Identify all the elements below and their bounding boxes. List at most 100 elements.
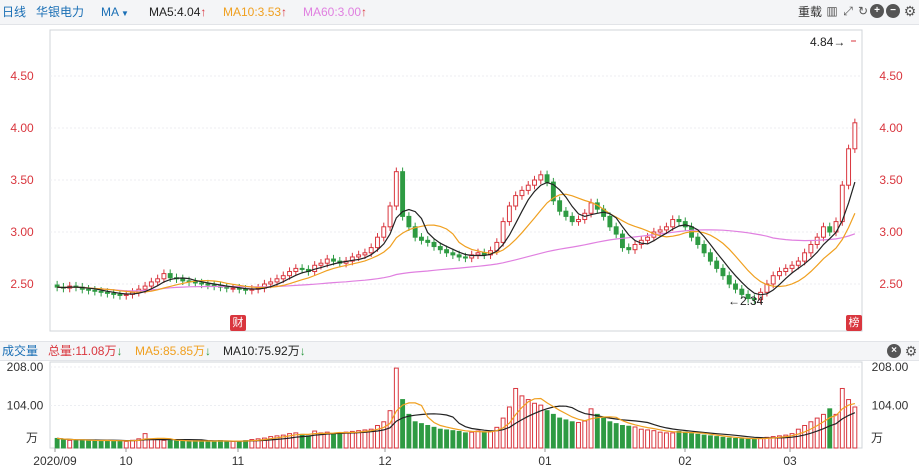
volume-bar [720,436,726,449]
candle-body [846,148,852,186]
candle-body [161,273,167,280]
volume-bar [601,417,607,449]
financial-report-badge[interactable]: 财 [230,315,246,331]
volume-bar [186,440,192,449]
candle-body [425,239,431,243]
volume-bar [192,440,198,449]
volume-bar [733,437,738,449]
volume-bar [104,439,110,449]
candle-body [607,215,613,228]
volume-bar [802,424,808,449]
candle-body [733,283,738,290]
volume-tick-label-right: 208.00 [872,360,909,374]
candle-body [293,267,299,273]
candle-body [318,262,324,266]
price-tick-label-right: 4.50 [879,69,903,83]
volume-ma10-line [57,405,856,442]
volume-bar [236,440,242,449]
date-tick-label: 11 [232,454,245,468]
volume-bar [701,434,707,449]
volume-bar [488,430,493,449]
volume-bar [117,440,123,449]
candle-body [506,205,512,223]
candle-body [544,174,550,183]
candle-body [375,236,380,249]
volume-bar [205,440,211,449]
volume-bar [167,440,173,449]
candle-body [419,236,424,241]
volume-bar [481,431,487,449]
volume-unit-label: 万 [26,431,38,445]
candle-body [701,243,707,254]
candle-body [356,254,362,258]
candle-body [280,275,286,280]
volume-bar [331,433,336,449]
candle-body [588,202,594,214]
close-icon[interactable]: × [887,344,901,358]
candle-body [714,260,720,269]
volume-bar [532,402,537,449]
price-chart[interactable]: 4.50 4.50 4.00 4.00 3.50 3.50 3.00 3.00 2.50 2.50… [0,0,919,471]
volume-bar [513,387,519,449]
volume-bar [174,440,179,449]
candle-body [777,271,782,277]
ranking-badge[interactable]: 榜 [846,315,862,331]
candle-body [142,285,148,290]
candle-body [789,264,795,269]
volume-bar [406,413,412,449]
candle-body [613,226,619,235]
candle-body [795,260,801,266]
volume-ma5-label: MA5:85.85万 [135,344,206,358]
volume-bar [594,413,600,449]
volume-bar [155,439,161,449]
candle-body [444,249,450,254]
volume-bar [638,428,644,449]
volume-bar [751,438,757,449]
volume-bar [431,426,437,449]
candle-body [393,171,399,207]
candle-body [98,290,104,293]
down-arrow-icon: ↓ [116,344,123,358]
candle-body [808,243,814,254]
candle-body [331,258,336,262]
volume-bar [745,438,751,449]
candle-body [802,252,808,262]
volume-bar [576,422,581,449]
volume-tick-label: 104.00 [7,399,44,413]
candle-body [205,283,211,286]
volume-title[interactable]: 成交量 [2,344,38,358]
volume-bar [381,421,387,449]
candle-body [500,221,506,243]
candle-body [663,226,669,231]
volume-bar [412,421,418,449]
candle-body [462,256,468,259]
volume-total-label: 总量:11.08万 [48,344,117,358]
volume-bar [180,440,186,449]
price-tick-label: 4.00 [10,121,34,135]
candle-body [400,171,406,217]
volume-bar [657,431,663,449]
volume-bar [670,432,676,449]
candle-body [682,221,688,228]
volume-bar [462,432,468,449]
volume-bar [123,440,129,449]
volume-bar [563,419,569,449]
volume-bar [846,399,852,449]
price-tick-label: 3.50 [10,173,34,187]
candle-body [513,195,519,207]
volume-unit-label-right: 万 [871,431,883,445]
candle-body [563,210,569,217]
volume-bar [199,440,205,449]
gear-icon[interactable]: ⚙ [904,344,918,358]
volume-ma10: MA10:75.92万↓ [223,344,306,358]
candle-body [431,241,437,248]
volume-bar [758,437,764,449]
candle-body [287,271,292,277]
volume-bar [161,439,167,449]
candle-body [770,275,776,285]
candle-body [243,288,249,291]
candle-body [821,226,826,238]
volume-bar [714,436,720,449]
high-price-marker: 4.84→ [810,35,845,49]
volume-bar [500,417,506,449]
